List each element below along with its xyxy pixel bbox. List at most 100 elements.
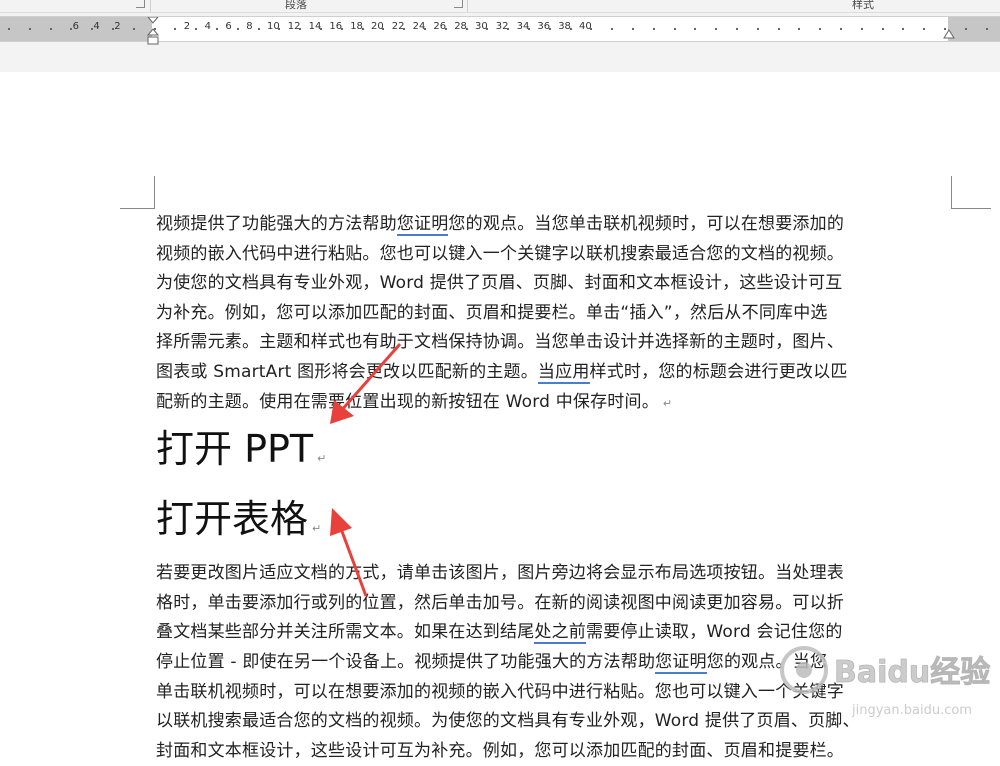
ruler-dot [569,28,572,30]
crop-mark [120,208,155,209]
ruler-dot [403,28,406,30]
grammar-underline: 当应用 [537,361,590,384]
ruler-dot [590,28,593,30]
heading-open-ppt[interactable]: 打开 PPT ↵ [156,421,951,487]
ruler-tick-label: 14 [308,21,322,32]
group-separator [150,0,151,12]
ruler-dot [8,28,10,30]
paragraph-mark-icon: ↵ [662,396,673,410]
svg-text:Baidu经验: Baidu经验 [834,655,990,690]
styles-group-label: 样式 [852,0,874,11]
horizontal-ruler[interactable]: 6 4 2 2 4 6 8 10 12 14 16 18 20 22 24 26 28 30 32 34 36 38 40 [0,16,1000,45]
ruler-dot [507,28,510,30]
ruler-tick-label: 2 [114,21,121,32]
ruler-dot [964,28,967,30]
ruler-dot [652,28,655,30]
ruler-tick-label: 22 [391,21,405,32]
indent-marker-icon[interactable] [147,17,159,47]
paragraph-1[interactable]: 视频提供了功能强大的方法帮助您证明您的观点。当您单击联机视频时，可以在想要添加的… [156,210,951,417]
ruler-tick-label: 6 [72,21,79,32]
grammar-underline: 您证明 [655,651,707,674]
ruler-dot [819,28,822,30]
ruler-dot [382,28,385,30]
ruler-tick-label: 28 [454,21,467,32]
ruler-tick-label: 8 [246,21,253,32]
ruler-dot [299,28,302,30]
ruler-tick-label: 18 [350,21,363,32]
ruler-dot [340,28,343,30]
ruler-right-margin [948,17,1000,41]
paragraph-dialog-launcher-icon[interactable] [454,0,463,8]
ruler-tick-label: 6 [225,21,232,32]
right-indent-marker-icon[interactable] [943,29,955,41]
ruler-tick-label: 16 [329,21,343,32]
text-line: 择所需元素。主题和样式也有助于文档保持协调。当您单击设计并选择新的主题时，图片、 [156,332,844,353]
ruler-tick-label: 26 [433,21,447,32]
ruler-dot [756,28,759,30]
ruler-dot [174,28,177,30]
ruler-dot [715,28,718,30]
text-line: 为补充。例如，您可以添加匹配的封面、页眉和提要栏。单击“插入”，然后从不同库中选 [156,302,828,323]
ruler-dot [91,28,94,30]
crop-mark [951,176,952,208]
heading-open-table[interactable]: 打开表格 ↵ [156,491,951,557]
ruler-tick-label: 38 [558,21,571,32]
ruler-dot [632,28,634,30]
ruler-dot [320,28,322,30]
ruler-dot [528,28,530,30]
ruler-dot [881,28,884,30]
ruler-dot [424,28,426,30]
ruler-dot [736,28,738,30]
heading-text: 打开表格 [156,497,309,542]
ruler-dot [923,28,926,30]
text-line: 视频提供了功能强大的方法帮助您证明您的观点。当您单击联机视频时，可以在想要添加的 [156,214,845,236]
crop-mark [154,176,155,208]
ruler-dot [28,28,31,30]
ruler-tick-label: 4 [93,21,100,32]
ruler-dot [465,28,468,30]
text-line: 若要更改图片适应文档的方式，请单击该图片，图片旁边将会显示布局选项按钮。当处理表 [156,563,844,584]
heading-text: 打开 PPT [156,427,314,472]
ruler-dot [361,28,364,30]
ruler-dot [257,28,260,30]
ruler-dot [902,28,905,30]
ruler-tick-label: 12 [287,21,301,32]
ruler-tick-label: 40 [579,21,592,32]
ruler-dot [798,28,801,30]
ruler-dot [611,28,614,30]
svg-text:jingyan.baidu.com: jingyan.baidu.com [851,703,972,718]
ruler-dot [112,28,114,30]
paragraph-mark-icon: ↵ [312,522,322,536]
ruler-tick-label: 24 [412,21,426,32]
ruler-dot [278,28,281,30]
grammar-underline: 您证明 [396,214,449,236]
ruler-tick-label: 2 [183,21,191,32]
ruler-tick-label: 36 [537,21,551,32]
ruler-tick-label: 20 [371,21,384,32]
ruler-dot [840,28,842,30]
red-arrow-icon [330,343,402,424]
text-line: 格时，单击要添加行或列的位置，然后单击加号。在新的阅读视图中阅读更加容易。可以折 [156,592,844,613]
ruler-dot [195,28,198,30]
ruler-dot [694,28,697,30]
paragraph-group-label: 段落 [285,0,307,11]
ruler-dot [985,28,988,30]
ruler-dot [132,28,135,30]
ruler-tick-label: 34 [516,21,530,32]
paragraph-mark-icon: ↵ [317,452,327,466]
ruler-dot [486,28,489,30]
ruler-dot [236,28,239,30]
ruler-dot [673,28,676,30]
ruler-dot [777,28,780,30]
group-separator [467,0,468,12]
text-line-last: 配新的主题。使用在需要位置出现的新按钮在 Word 中保存时间。 ↵ [156,388,951,418]
text-line: 封面和文本框设计，这些设计可互为补充。例如，您可以添加匹配的封面、页眉和提要栏。 [156,740,844,761]
crop-mark [951,208,991,209]
ruler-dot [49,28,52,30]
ruler-dot [860,28,863,30]
red-arrow-icon [330,508,368,597]
text-line: 图表或 SmartArt 图形将会更改以匹配新的主题。当应用样式时，您的标题会进… [156,361,848,384]
ruler-dot [216,28,218,30]
font-dialog-launcher-icon[interactable] [136,0,145,8]
text-line: 视频的嵌入代码中进行粘贴。您也可以键入一个关键字以联机搜索最适合您的文档的视频。 [156,243,844,264]
